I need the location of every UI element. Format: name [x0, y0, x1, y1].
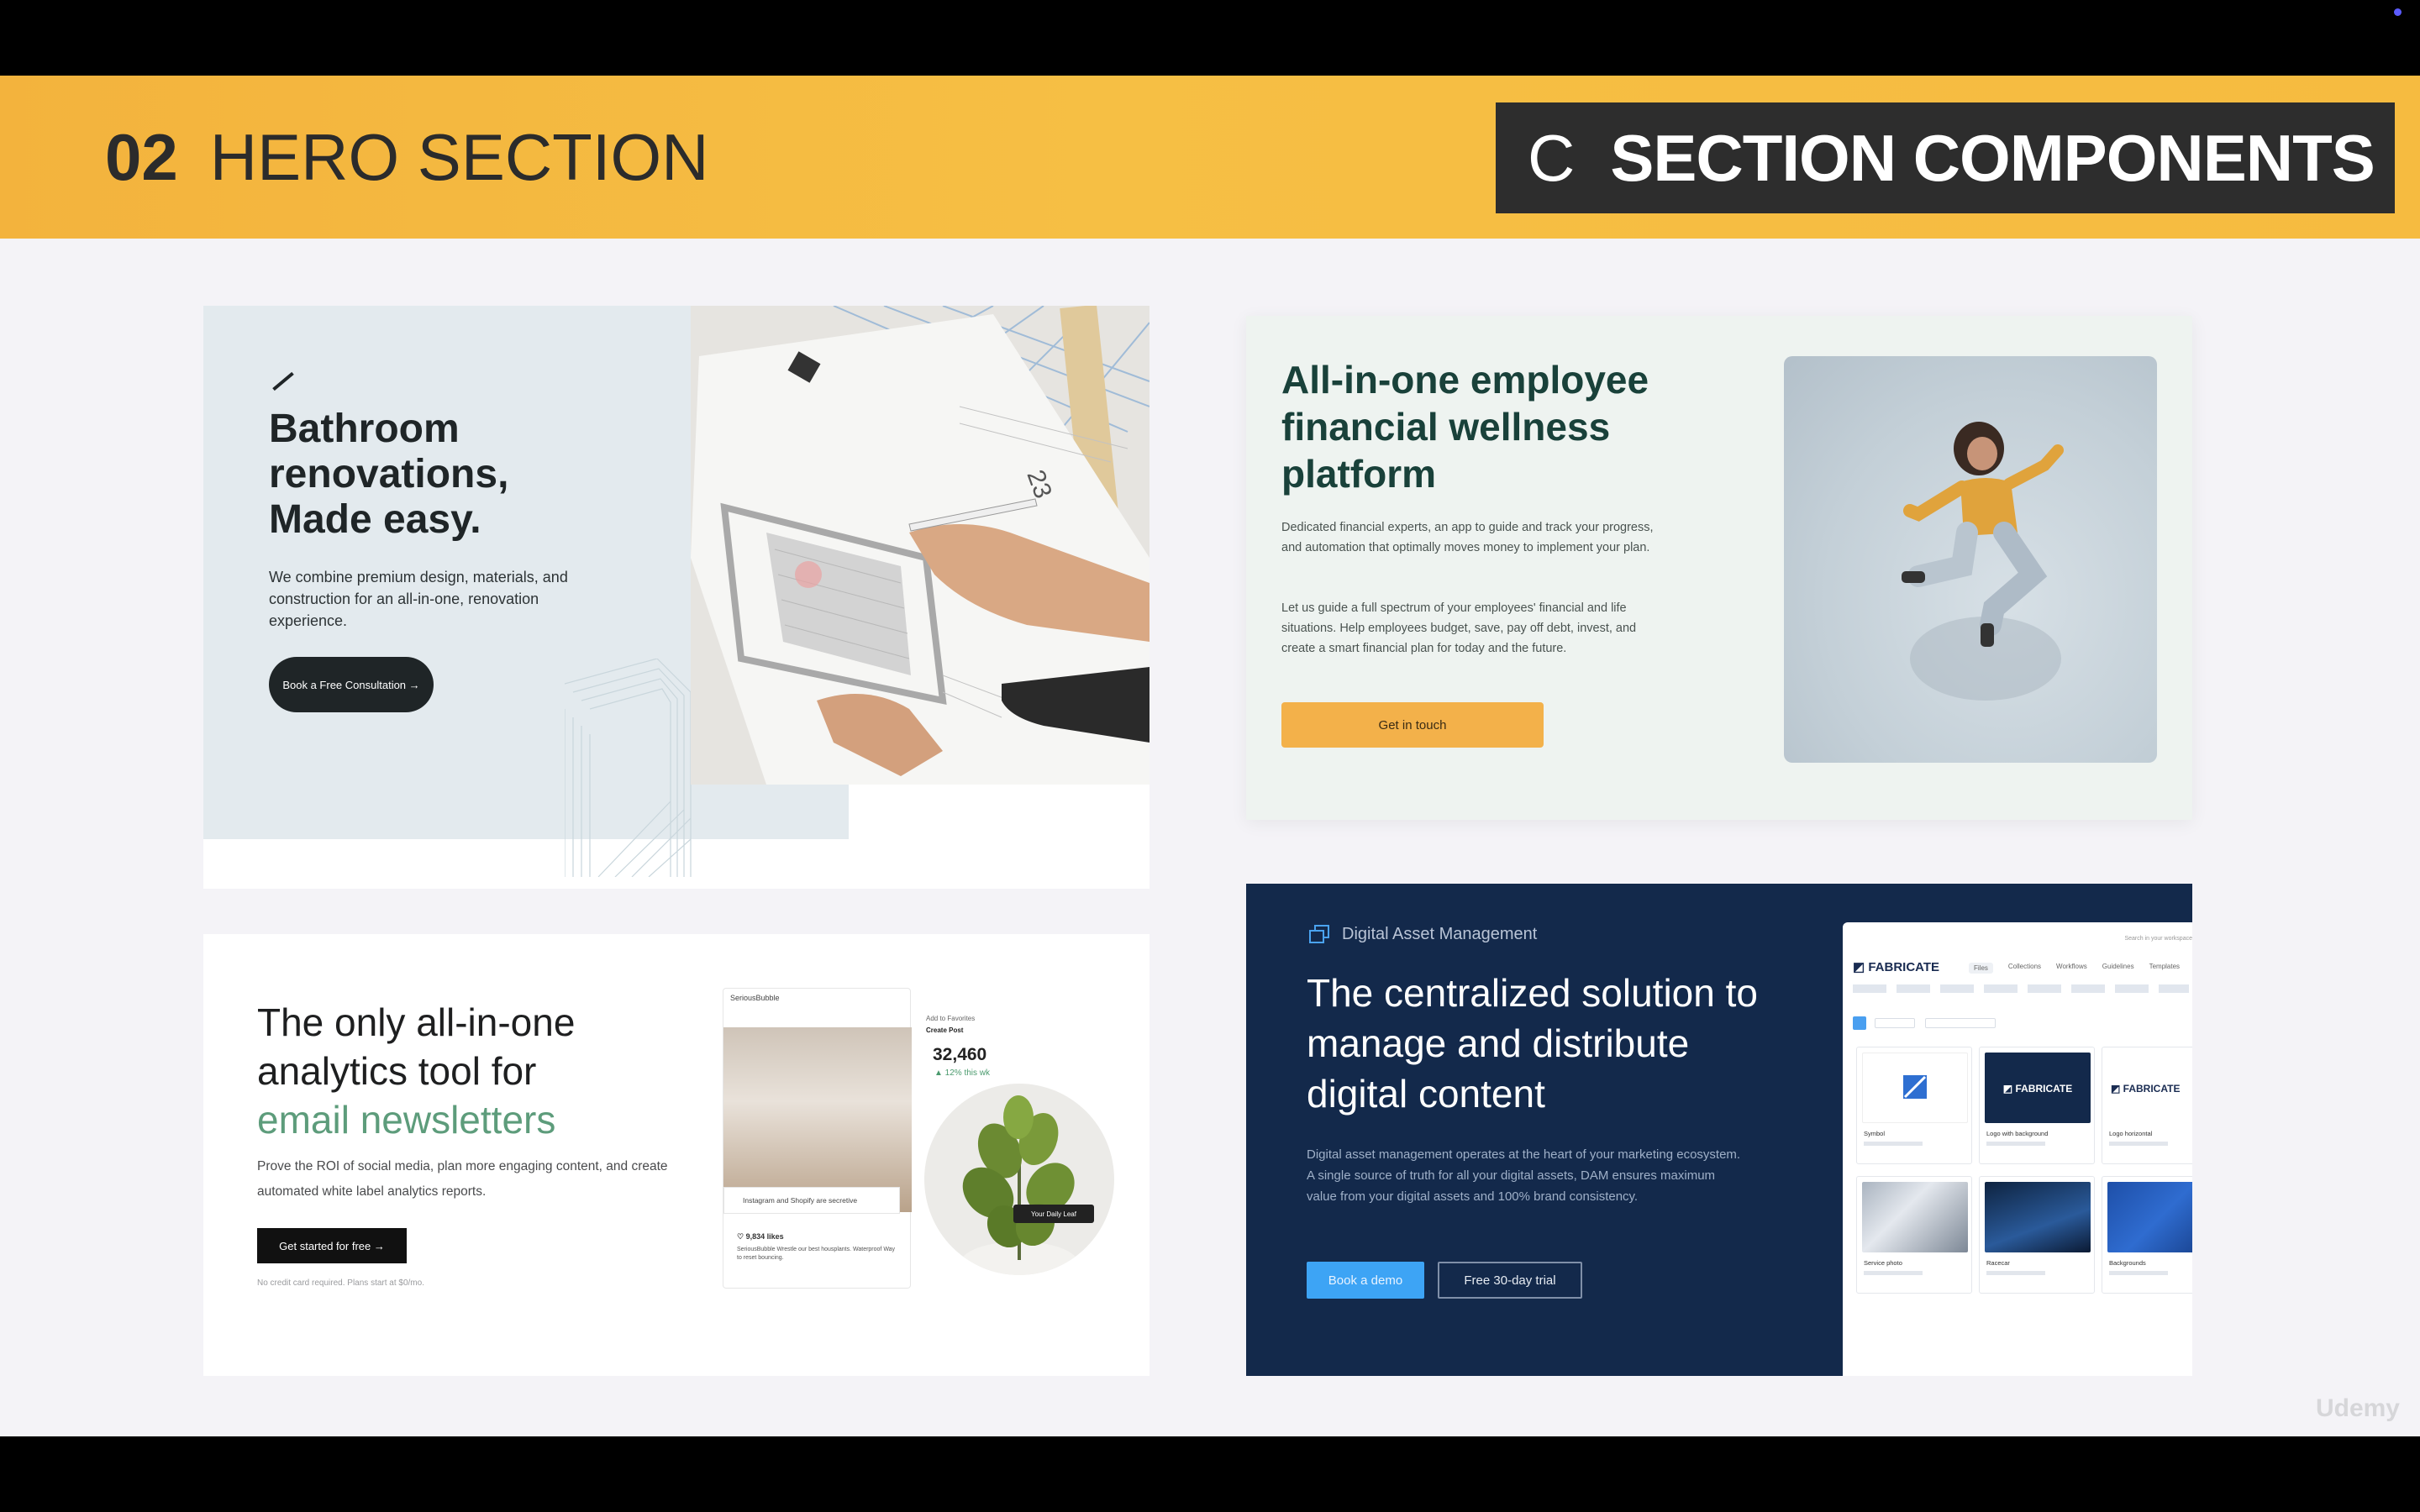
plant-label-chip: Your Daily Leaf	[1013, 1205, 1094, 1223]
asset-meta	[1864, 1142, 1923, 1146]
app-tab[interactable]: Templates	[2149, 963, 2180, 974]
app-filter-bar[interactable]	[1853, 984, 2189, 993]
chapter-title: SECTION COMPONENTS	[1610, 120, 2375, 195]
asset-name: Racecar	[1986, 1259, 2010, 1267]
slide-canvas: 23 22 Bathroom renovations, Made easy. W…	[0, 239, 2420, 1436]
dam-hero-card: Digital Asset Management The centralized…	[1246, 884, 2192, 1376]
newsletter-title-line-2: analytics tool for	[257, 1049, 537, 1093]
growth-indicator: ▲ 12% this wk	[934, 1068, 991, 1078]
asset-tile[interactable]: Symbol	[1856, 1047, 1972, 1164]
asset-thumbnail	[1862, 1182, 1968, 1252]
layers-icon	[1309, 925, 1329, 943]
asset-thumbnail	[1862, 1053, 1968, 1123]
post-likes: ♡ 9,834 likes	[737, 1232, 784, 1241]
follower-count: 32,460	[933, 1045, 987, 1064]
section-heading: 02 HERO SECTION	[105, 119, 709, 196]
asset-thumbnail	[2107, 1182, 2192, 1252]
asset-tile[interactable]: ◩ FABRICATE Logo with background	[1979, 1047, 2095, 1164]
wellness-hero-card: All-in-one employee financial wellness p…	[1246, 316, 2192, 820]
svg-text:◩ FABRICATE: ◩ FABRICATE	[2003, 1083, 2072, 1095]
dam-brand-label: Digital Asset Management	[1342, 924, 1538, 943]
asset-tile[interactable]: Racecar	[1979, 1176, 2095, 1294]
fabricate-logo: ◩ FABRICATE	[1853, 959, 1939, 974]
pricing-note: No credit card required. Plans start at …	[257, 1278, 424, 1288]
asset-thumbnail	[1985, 1182, 2091, 1252]
wellness-hero-title: All-in-one employee financial wellness p…	[1281, 358, 1649, 496]
section-title: HERO SECTION	[209, 120, 709, 194]
asset-tile[interactable]: Service photo	[1856, 1176, 1972, 1294]
free-trial-button[interactable]: Free 30-day trial	[1438, 1262, 1582, 1299]
svg-text:◩ FABRICATE: ◩ FABRICATE	[2111, 1083, 2180, 1095]
select-dropdown[interactable]	[1875, 1018, 1915, 1028]
chapter-letter: C	[1528, 120, 1576, 195]
bottom-letterbox	[0, 1436, 2420, 1512]
recording-indicator	[2394, 8, 2402, 16]
newsletter-title-line-1: The only all-in-one	[257, 1000, 576, 1044]
book-demo-button[interactable]: Book a demo	[1307, 1262, 1424, 1299]
get-started-button[interactable]: Get started for free →	[257, 1228, 407, 1263]
wellness-hero-description-2: Let us guide a full spectrum of your emp…	[1281, 601, 1637, 655]
post-account-name: SeriousBubble	[730, 994, 780, 1002]
dam-hero-title: The centralized solution to manage and d…	[1307, 971, 1758, 1116]
get-in-touch-button[interactable]: Get in touch	[1281, 702, 1544, 748]
bathroom-hero-description: We combine premium design, materials, an…	[269, 569, 568, 629]
asset-tile[interactable]: Backgrounds	[2102, 1176, 2192, 1294]
asset-tile[interactable]: ◩ FABRICATE Logo horizontal	[2102, 1047, 2192, 1164]
app-tab[interactable]: Guidelines	[2102, 963, 2134, 974]
asset-name: Backgrounds	[2109, 1259, 2146, 1267]
newsletter-title-highlight: email newsletters	[257, 1098, 556, 1142]
asset-meta	[1986, 1271, 2045, 1275]
asset-name: Logo horizontal	[2109, 1130, 2153, 1137]
sort-dropdown[interactable]	[1925, 1018, 1996, 1028]
asset-meta	[2109, 1271, 2168, 1275]
fabricate-logo-icon: ◩	[1853, 960, 1869, 974]
app-tabs: Files Collections Workflows Guidelines T…	[1969, 963, 2180, 974]
post-caption: SeriousBubble Wrestle our best housplant…	[737, 1247, 896, 1261]
select-all-checkbox[interactable]	[1853, 1016, 1866, 1030]
dam-app-screenshot: Search in your workspace ◩ FABRICATE Fil…	[1843, 922, 2192, 1376]
app-search-input[interactable]: Search in your workspace	[2124, 936, 2192, 942]
app-tab[interactable]: Collections	[2008, 963, 2041, 974]
jumping-woman-photo	[1784, 356, 2157, 763]
asset-name: Logo with background	[1986, 1130, 2049, 1137]
newsletter-hero-description: Prove the ROI of social media, plan more…	[257, 1159, 668, 1199]
plant-illustration	[960, 1095, 1078, 1275]
blueprint-photo: 23 22	[691, 306, 1150, 785]
newsletter-hero-title: The only all-in-one analytics tool for e…	[257, 998, 728, 1144]
bathroom-hero-card: 23 22 Bathroom renovations, Made easy. W…	[203, 306, 1150, 889]
fabricate-logo-light-icon: ◩ FABRICATE	[2111, 1083, 2180, 1095]
fabricate-logo-text: FABRICATE	[1868, 960, 1940, 974]
udemy-watermark: Udemy	[2315, 1394, 2400, 1422]
newsletter-hero-card: The only all-in-one analytics tool for e…	[203, 934, 1150, 1376]
social-post-mockup: SeriousBubble Instagram and Shopify are …	[723, 988, 912, 1289]
fabricate-symbol-icon	[1903, 1075, 1927, 1099]
app-tab[interactable]: Workflows	[2056, 963, 2087, 974]
top-letterbox	[0, 0, 2420, 76]
app-tab[interactable]: Files	[1969, 963, 1993, 974]
jumping-woman-illustration	[1902, 422, 2064, 701]
slide-header-band: 02 HERO SECTION C SECTION COMPONENTS	[0, 76, 2420, 239]
fabricate-logo-dark-icon: ◩ FABRICATE	[2003, 1083, 2072, 1095]
asset-thumbnail: ◩ FABRICATE	[2107, 1053, 2192, 1123]
asset-meta	[1864, 1271, 1923, 1275]
stat-label: Add to Favorites	[926, 1015, 976, 1022]
post-tag: Instagram and Shopify are secretive	[723, 1187, 900, 1214]
asset-meta	[1986, 1142, 2045, 1146]
asset-name: Service photo	[1864, 1259, 1902, 1267]
stat-sub-label: Create Post	[926, 1026, 964, 1034]
plant-photo	[924, 1084, 1114, 1275]
blueprint-illustration: 23 22	[691, 306, 1150, 785]
app-selection-bar	[1853, 1016, 2038, 1030]
section-number: 02	[105, 120, 178, 194]
bathroom-hero-title: Bathroom renovations, Made easy.	[269, 407, 509, 542]
asset-thumbnail: ◩ FABRICATE	[1985, 1053, 2091, 1123]
dam-hero-description: Digital asset management operates at the…	[1307, 1147, 1741, 1204]
asset-meta	[2109, 1142, 2168, 1146]
chapter-badge: C SECTION COMPONENTS	[1496, 102, 2395, 213]
asset-name: Symbol	[1864, 1130, 1886, 1137]
dam-brand: Digital Asset Management	[1308, 924, 1537, 944]
book-consultation-button[interactable]: Book a Free Consultation →	[269, 657, 434, 712]
post-photo	[723, 1027, 912, 1212]
wellness-hero-description-1: Dedicated financial experts, an app to g…	[1281, 521, 1654, 554]
